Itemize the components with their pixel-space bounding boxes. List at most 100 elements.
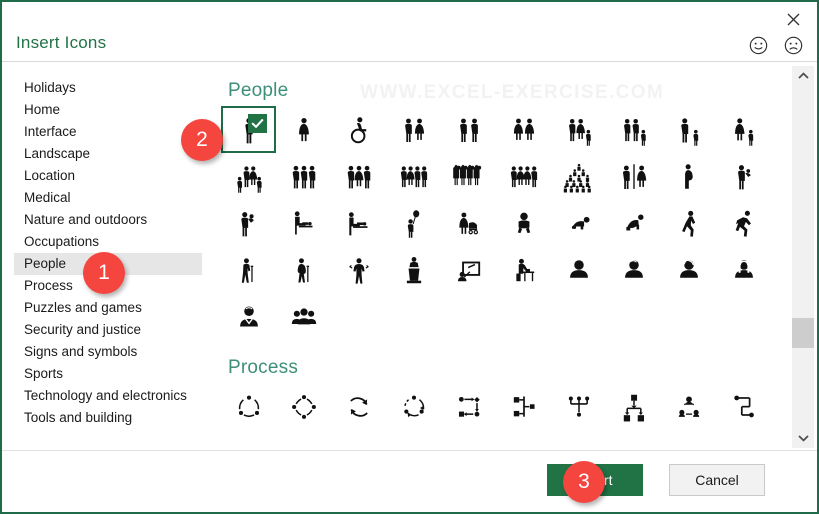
- restroom-sign-icon[interactable]: [606, 153, 661, 200]
- baby-crawling-icon[interactable]: [551, 200, 606, 247]
- toddler-crawling-icon[interactable]: [606, 200, 661, 247]
- callout-badge-3: 3: [563, 461, 605, 503]
- icon-row: [221, 106, 789, 153]
- sidebar-item-puzzles-and-games[interactable]: Puzzles and games: [2, 297, 214, 319]
- icon-row: [221, 247, 789, 294]
- sidebar-item-label: Sports: [24, 366, 64, 381]
- feedback-buttons: [749, 36, 803, 55]
- gallery-scrollbar[interactable]: [792, 66, 814, 448]
- chevron-up-icon[interactable]: [792, 66, 814, 86]
- sidebar-item-nature-and-outdoors[interactable]: Nature and outdoors: [2, 209, 214, 231]
- dialog-footer: Insert Cancel: [2, 450, 817, 512]
- scrollbar-thumb[interactable]: [792, 318, 814, 348]
- smiley-happy-icon[interactable]: [749, 36, 768, 55]
- avatar-businessman-icon[interactable]: [221, 294, 276, 341]
- cancel-button[interactable]: Cancel: [669, 464, 765, 496]
- person-running-icon[interactable]: [716, 200, 771, 247]
- zigzag-path-icon[interactable]: [716, 383, 771, 430]
- sidebar-item-sports[interactable]: Sports: [2, 363, 214, 385]
- large-crowd-icon[interactable]: [551, 153, 606, 200]
- speaker-podium-icon[interactable]: [386, 247, 441, 294]
- dialog-titlebar: Insert Icons: [2, 2, 817, 62]
- sidebar-item-medical[interactable]: Medical: [2, 187, 214, 209]
- sidebar-item-label: Landscape: [24, 146, 91, 161]
- group-four-mixed-icon[interactable]: [496, 153, 551, 200]
- sidebar-item-tools-and-building[interactable]: Tools and building: [2, 407, 214, 429]
- page-title: Insert Icons: [16, 33, 107, 52]
- close-icon[interactable]: [781, 8, 805, 30]
- group-four-people-icon[interactable]: [386, 153, 441, 200]
- person-shrugging-icon[interactable]: [331, 247, 386, 294]
- parent-man-child-icon[interactable]: [661, 106, 716, 153]
- tree-hierarchy-icon[interactable]: [551, 383, 606, 430]
- person-woman-icon[interactable]: [276, 106, 331, 153]
- family-two-men-child-icon[interactable]: [606, 106, 661, 153]
- section-heading-process: Process: [228, 357, 299, 378]
- sidebar-item-label: Home: [24, 102, 61, 117]
- sidebar-item-location[interactable]: Location: [2, 165, 214, 187]
- sidebar-item-security-and-justice[interactable]: Security and justice: [2, 319, 214, 341]
- couple-two-women-icon[interactable]: [496, 106, 551, 153]
- section-heading-people: People: [228, 80, 289, 101]
- icon-row: [221, 383, 789, 430]
- crowd-cheering-icon[interactable]: [441, 153, 496, 200]
- avatar-short-hair-icon[interactable]: [606, 247, 661, 294]
- presentation-board-icon[interactable]: [441, 247, 496, 294]
- woman-with-stroller-icon[interactable]: [441, 200, 496, 247]
- sidebar-item-label: Security and justice: [24, 322, 142, 337]
- org-chart-icon[interactable]: [606, 383, 661, 430]
- group-of-three-avatars-icon[interactable]: [276, 294, 331, 341]
- couple-two-men-icon[interactable]: [441, 106, 496, 153]
- icon-gallery-pane: People Process: [214, 64, 789, 450]
- cycle-four-step-icon[interactable]: [276, 383, 331, 430]
- person-walking-icon[interactable]: [661, 200, 716, 247]
- couple-man-woman-icon[interactable]: [386, 106, 441, 153]
- check-icon: [248, 114, 267, 133]
- sidebar-item-label: Tools and building: [24, 410, 133, 425]
- circular-arrows-icon[interactable]: [386, 383, 441, 430]
- refresh-cycle-icon[interactable]: [331, 383, 386, 430]
- group-three-men-icon[interactable]: [276, 153, 331, 200]
- child-with-balloon-icon[interactable]: [386, 200, 441, 247]
- sidebar-item-label: Holidays: [24, 80, 76, 95]
- sidebar-item-label: Medical: [24, 190, 71, 205]
- elderly-man-cane-icon[interactable]: [221, 247, 276, 294]
- group-three-mixed-icon[interactable]: [331, 153, 386, 200]
- person-man-icon[interactable]: [221, 106, 276, 153]
- caring-for-baby-icon[interactable]: [331, 200, 386, 247]
- avatar-woman-icon[interactable]: [661, 247, 716, 294]
- branch-diagram-icon[interactable]: [496, 383, 551, 430]
- smiley-sad-icon[interactable]: [784, 36, 803, 55]
- sidebar-item-signs-and-symbols[interactable]: Signs and symbols: [2, 341, 214, 363]
- sidebar-item-home[interactable]: Home: [2, 99, 214, 121]
- avatar-long-hair-icon[interactable]: [716, 247, 771, 294]
- person-wheelchair-icon[interactable]: [331, 106, 386, 153]
- icon-row: [221, 294, 789, 341]
- sidebar-item-label: Technology and electronics: [24, 388, 187, 403]
- sidebar-item-occupations[interactable]: Occupations: [2, 231, 214, 253]
- parent-woman-child-icon[interactable]: [716, 106, 771, 153]
- elderly-woman-cane-icon[interactable]: [276, 247, 331, 294]
- people-network-icon[interactable]: [661, 383, 716, 430]
- parent-carrying-baby-icon[interactable]: [221, 200, 276, 247]
- callout-badge-2: 2: [181, 119, 223, 161]
- sidebar-item-technology-and-electronics[interactable]: Technology and electronics: [2, 385, 214, 407]
- insert-icons-dialog: Insert Icons Holidays Home Interface Lan…: [0, 0, 819, 514]
- pregnant-woman-icon[interactable]: [661, 153, 716, 200]
- person-holding-baby-icon[interactable]: [716, 153, 771, 200]
- changing-table-icon[interactable]: [276, 200, 331, 247]
- baby-sitting-icon[interactable]: [496, 200, 551, 247]
- sidebar-item-label: Occupations: [24, 234, 100, 249]
- family-parents-child-icon[interactable]: [551, 106, 606, 153]
- cycle-three-step-icon[interactable]: [221, 383, 276, 430]
- callout-badge-1: 1: [83, 252, 125, 294]
- chevron-down-icon[interactable]: [792, 428, 814, 448]
- avatar-person-icon[interactable]: [551, 247, 606, 294]
- person-at-desk-icon[interactable]: [496, 247, 551, 294]
- sidebar-item-label: People: [24, 256, 67, 271]
- sidebar-item-holidays[interactable]: Holidays: [2, 77, 214, 99]
- sidebar-item-label: Signs and symbols: [24, 344, 138, 359]
- sidebar-item-label: Nature and outdoors: [24, 212, 148, 227]
- process-flow-square-icon[interactable]: [441, 383, 496, 430]
- family-four-icon[interactable]: [221, 153, 276, 200]
